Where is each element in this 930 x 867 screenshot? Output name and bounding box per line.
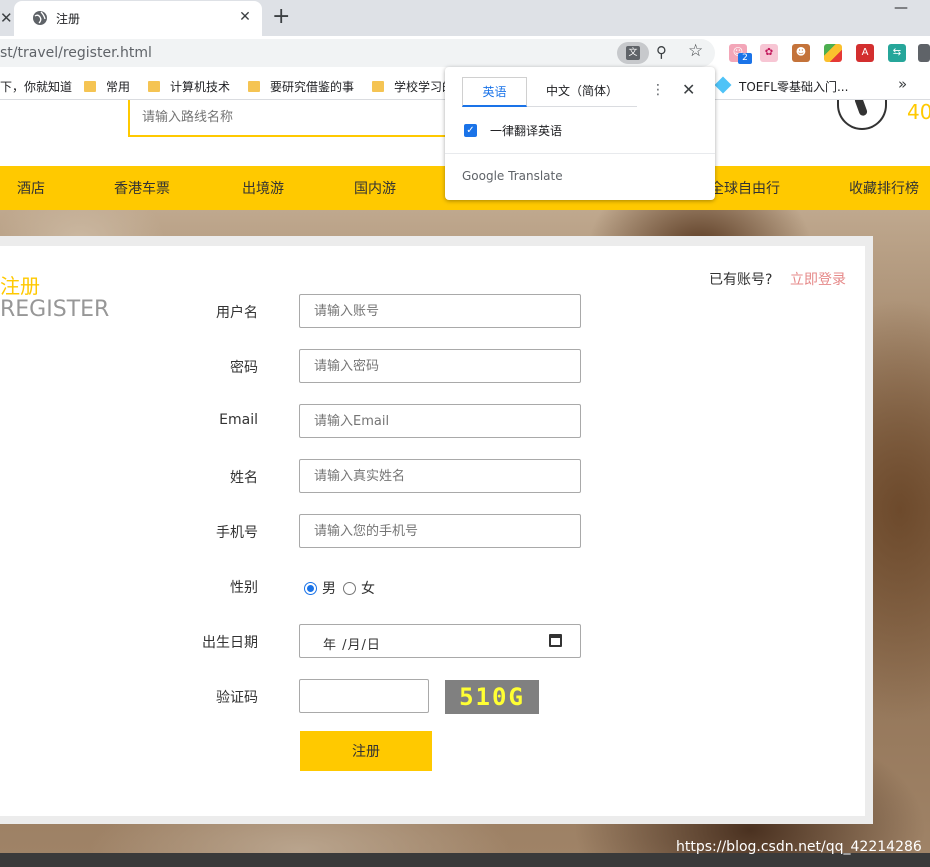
extension-bunny-icon[interactable]: ✿: [760, 44, 778, 62]
gender-label: 性别: [230, 580, 258, 596]
folder-icon: [148, 81, 160, 92]
email-label: Email: [219, 412, 258, 428]
bookmark-folder[interactable]: 要研究借鉴的事: [248, 78, 354, 95]
have-account-text: 已有账号?: [709, 272, 773, 288]
birthday-date-value: 年 /月/日: [323, 638, 381, 653]
extension-puzzle-icon[interactable]: [918, 44, 930, 62]
name-label: 姓名: [230, 470, 258, 486]
nav-item-hk-ticket[interactable]: 香港车票: [114, 178, 170, 198]
username-label: 用户名: [216, 305, 258, 321]
nav-item-favorites-rank[interactable]: 收藏排行榜: [849, 178, 919, 198]
window-minimize-button[interactable]: —: [894, 0, 908, 16]
bookmark-star-icon[interactable]: ☆: [688, 41, 703, 61]
translate-tab-source[interactable]: 英语: [462, 77, 527, 107]
browser-toolbar: st/travel/register.html 文 ⚲ ☆: [0, 36, 930, 70]
address-url: st/travel/register.html: [0, 45, 152, 61]
translate-page-button[interactable]: 文: [617, 42, 649, 64]
translate-close-icon[interactable]: ✕: [682, 80, 695, 99]
hotline-phone-icon: [837, 100, 887, 130]
extension-pdf-icon[interactable]: A: [856, 44, 874, 62]
translate-divider: [445, 153, 715, 154]
globe-icon: [33, 11, 47, 25]
password-label: 密码: [230, 360, 258, 376]
previous-tab-close-icon[interactable]: ✕: [0, 9, 14, 27]
captcha-label: 验证码: [216, 690, 258, 706]
calendar-icon[interactable]: [549, 634, 562, 647]
translate-popup: 英语 中文（简体） ⋮ ✕ ✓ 一律翻译英语 Google Translate: [445, 67, 715, 200]
google-translate-brand: Google Translate: [462, 169, 563, 183]
folder-icon: [248, 81, 260, 92]
extension-sync-icon[interactable]: ⇆: [888, 44, 906, 62]
csdn-watermark: https://blog.csdn.net/qq_42214286: [676, 839, 922, 855]
translate-tab-target[interactable]: 中文（简体）: [527, 77, 637, 107]
nav-item-global-free[interactable]: 全球自由行: [710, 178, 780, 198]
gender-female-radio[interactable]: [343, 582, 356, 595]
birthday-label: 出生日期: [202, 635, 258, 651]
toefl-icon: [714, 76, 732, 94]
phone-label: 手机号: [216, 525, 258, 541]
register-submit-button[interactable]: 注册: [300, 731, 432, 771]
email-input[interactable]: [299, 404, 581, 438]
address-bar[interactable]: st/travel/register.html 文 ⚲ ☆: [0, 39, 715, 67]
bookmark-folder[interactable]: 学校学习的: [372, 78, 454, 95]
register-title-cn: 注册: [0, 274, 40, 298]
register-card: 注册 REGISTER 已有账号? 立即登录 用户名 密码 Email 姓名 手…: [0, 236, 873, 824]
gender-female-label: 女: [361, 581, 375, 597]
bookmark-folder[interactable]: 常用: [84, 78, 130, 95]
always-translate-checkbox[interactable]: ✓: [464, 124, 477, 137]
browser-tab-strip: ✕ 注册 ✕ + —: [0, 0, 930, 36]
phone-input[interactable]: [299, 514, 581, 548]
new-tab-button[interactable]: +: [272, 5, 290, 29]
username-input[interactable]: [299, 294, 581, 328]
active-tab[interactable]: 注册 ✕: [14, 1, 262, 36]
translate-icon: 文: [626, 46, 640, 60]
always-translate-label: 一律翻译英语: [490, 124, 563, 138]
register-title-en: REGISTER: [0, 297, 110, 322]
nav-item-hotel[interactable]: 酒店: [17, 178, 45, 198]
tab-close-icon[interactable]: ✕: [236, 8, 254, 26]
hotline-number: 40: [907, 100, 930, 124]
folder-icon: [372, 81, 384, 92]
translate-menu-icon[interactable]: ⋮: [651, 82, 665, 98]
zoom-icon[interactable]: ⚲: [656, 43, 667, 61]
extension-badge: 2: [738, 53, 752, 64]
bookmarks-overflow-icon[interactable]: »: [898, 75, 907, 93]
gender-male-label: 男: [322, 581, 336, 597]
folder-icon: [84, 81, 96, 92]
extension-monkey-icon[interactable]: ☻: [792, 44, 810, 62]
gender-male-radio[interactable]: [304, 582, 317, 595]
register-form: 注册 REGISTER 已有账号? 立即登录 用户名 密码 Email 姓名 手…: [0, 246, 865, 816]
tab-title: 注册: [56, 12, 81, 26]
page-viewport: 40 酒店 香港车票 出境游 国内游 全球自由行 收藏排行榜 注册 REGIST…: [0, 100, 930, 867]
captcha-image[interactable]: 510G: [445, 680, 539, 714]
bookmark-item[interactable]: 下，你就知道: [0, 78, 72, 95]
name-input[interactable]: [299, 459, 581, 493]
bookmark-item[interactable]: TOEFL零基础入门...: [714, 76, 848, 95]
captcha-input[interactable]: [299, 679, 429, 713]
footer-strip: [0, 853, 930, 867]
nav-item-outbound[interactable]: 出境游: [242, 178, 284, 198]
bookmark-folder[interactable]: 计算机技术: [148, 78, 230, 95]
login-link[interactable]: 立即登录: [790, 269, 846, 289]
nav-item-domestic[interactable]: 国内游: [354, 178, 396, 198]
password-input[interactable]: [299, 349, 581, 383]
extension-color-icon[interactable]: [824, 44, 842, 62]
